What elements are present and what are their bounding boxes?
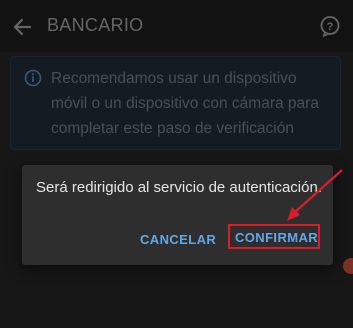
cancel-button[interactable]: CANCELAR: [134, 229, 222, 250]
confirm-button-label: CONFIRMAR: [235, 230, 319, 245]
modal-scrim[interactable]: [0, 0, 353, 328]
scroll-handle[interactable]: [343, 258, 353, 274]
dialog-message: Será redirigido al servicio de autentica…: [36, 179, 322, 196]
redirect-dialog: Será redirigido al servicio de autentica…: [22, 165, 333, 265]
confirm-button[interactable]: CONFIRMAR: [228, 224, 320, 249]
